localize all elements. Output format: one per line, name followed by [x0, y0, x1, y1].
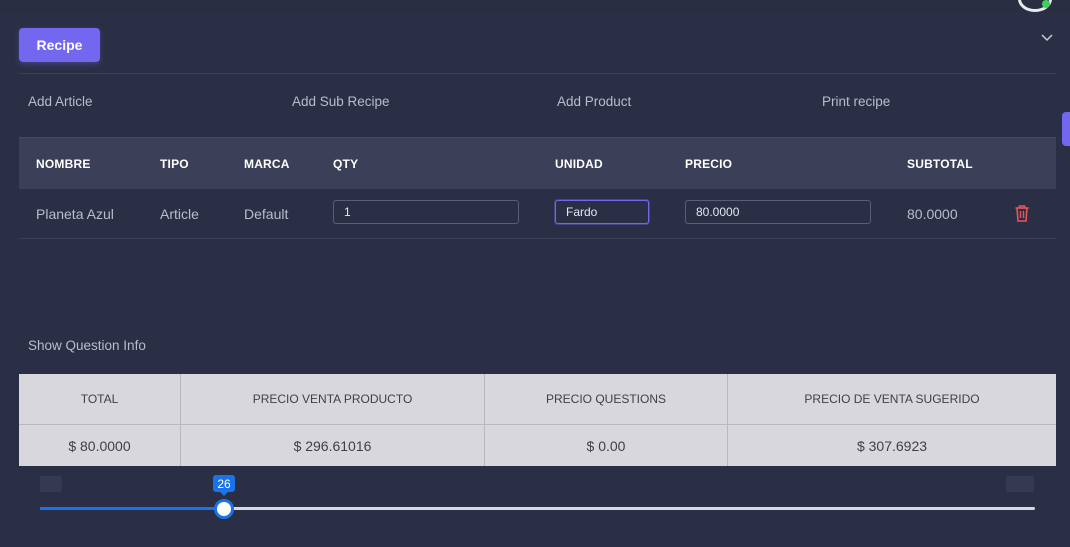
unidad-input[interactable]: Fardo	[555, 200, 649, 224]
slider-track[interactable]	[40, 507, 1035, 510]
table-row: Planeta Azul Article Default 1 Fardo 80.…	[19, 189, 1056, 239]
column-header-subtotal: SUBTOTAL	[907, 157, 973, 171]
column-header-precio: PRECIO	[685, 157, 733, 171]
qty-input[interactable]: 1	[333, 200, 519, 224]
column-header-nombre: NOMBRE	[36, 157, 91, 171]
print-recipe-link[interactable]: Print recipe	[822, 94, 890, 109]
side-panel-tab[interactable]	[1062, 112, 1070, 146]
slider-handle[interactable]	[214, 499, 235, 519]
summary-header-precio-venta-producto: PRECIO VENTA PRODUCTO	[181, 374, 484, 425]
precio-input[interactable]: 80.0000	[685, 200, 871, 224]
slider-max-label	[1006, 476, 1034, 492]
add-sub-recipe-link[interactable]: Add Sub Recipe	[292, 94, 390, 109]
summary-column-total: TOTAL $ 80.0000	[19, 374, 181, 466]
add-product-link[interactable]: Add Product	[557, 94, 631, 109]
summary-value-precio-questions: $ 0.00	[586, 437, 626, 454]
slider-value-tooltip: 26	[213, 475, 236, 496]
summary-header-precio-venta-sugerido: PRECIO DE VENTA SUGERIDO	[728, 374, 1056, 425]
cell-subtotal: 80.0000	[907, 206, 958, 222]
slider-min-label	[40, 476, 62, 492]
recipe-table-header: NOMBRE TIPO MARCA QTY UNIDAD PRECIO SUBT…	[19, 137, 1056, 189]
summary-value-precio-venta-producto: $ 296.61016	[293, 437, 372, 454]
column-header-qty: QTY	[333, 157, 359, 171]
column-header-unidad: UNIDAD	[555, 157, 603, 171]
column-header-tipo: TIPO	[160, 157, 189, 171]
summary-header-precio-questions: PRECIO QUESTIONS	[485, 374, 727, 425]
chevron-down-icon[interactable]	[1040, 30, 1054, 44]
show-question-info-link[interactable]: Show Question Info	[28, 338, 146, 353]
cell-tipo: Article	[160, 206, 199, 222]
summary-value-precio-venta-sugerido: $ 307.6923	[856, 437, 928, 454]
add-article-link[interactable]: Add Article	[28, 94, 93, 109]
summary-column-precio-questions: PRECIO QUESTIONS $ 0.00	[485, 374, 728, 466]
column-header-marca: MARCA	[244, 157, 290, 171]
price-summary-table: TOTAL $ 80.0000 PRECIO VENTA PRODUCTO $ …	[19, 374, 1056, 466]
summary-value-total: $ 80.0000	[68, 437, 131, 454]
header-divider	[19, 73, 1056, 74]
trash-icon[interactable]	[1014, 204, 1030, 222]
slider-fill	[40, 507, 225, 510]
cell-marca: Default	[244, 206, 289, 222]
recipe-button[interactable]: Recipe	[19, 28, 100, 62]
online-status-dot	[1042, 0, 1050, 8]
summary-column-precio-venta-sugerido: PRECIO DE VENTA SUGERIDO $ 307.6923	[728, 374, 1056, 466]
cell-nombre: Planeta Azul	[36, 206, 114, 222]
summary-header-total: TOTAL	[19, 374, 180, 425]
summary-column-precio-venta-producto: PRECIO VENTA PRODUCTO $ 296.61016	[181, 374, 485, 466]
top-bar	[0, 0, 1070, 12]
